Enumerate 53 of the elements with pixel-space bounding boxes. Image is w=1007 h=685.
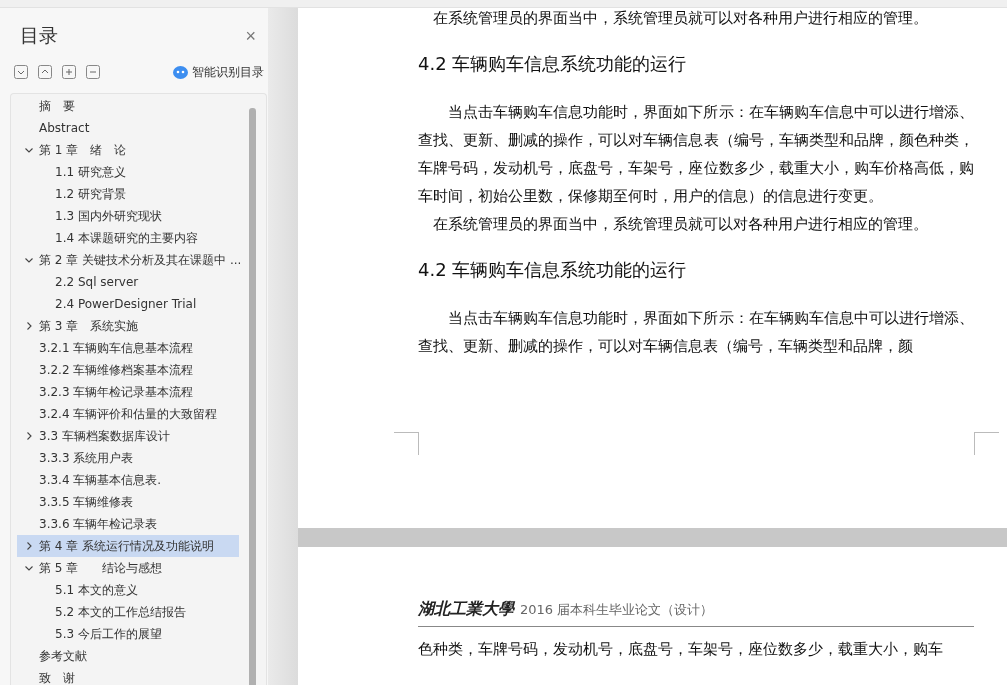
chevron-icon[interactable] xyxy=(25,322,33,330)
panel-title: 目录 xyxy=(20,23,58,48)
toc-item[interactable]: 2.4 PowerDesigner Trial xyxy=(17,293,239,315)
toc-item[interactable]: 1.4 本课题研究的主要内容 xyxy=(17,227,239,249)
toc-item[interactable]: 3.2.1 车辆购车信息基本流程 xyxy=(17,337,239,359)
toc-item[interactable]: 第 5 章 结论与感想 xyxy=(17,557,239,579)
collapse-icon[interactable] xyxy=(86,65,100,79)
toc-item[interactable]: 5.1 本文的意义 xyxy=(17,579,239,601)
chevron-icon[interactable] xyxy=(25,432,33,440)
toc-item[interactable]: 摘 要 xyxy=(17,95,239,117)
toc-item[interactable]: 第 4 章 系统运行情况及功能说明 xyxy=(17,535,239,557)
toc-item[interactable]: 2.2 Sql server xyxy=(17,271,239,293)
toc-item[interactable]: 3.3.6 车辆年检记录表 xyxy=(17,513,239,535)
collapse-down-icon[interactable] xyxy=(14,65,28,79)
toc-item[interactable]: 第 3 章 系统实施 xyxy=(17,315,239,337)
smart-toc-button[interactable]: 智能识别目录 xyxy=(192,63,264,81)
margin-mark xyxy=(394,432,419,455)
scrollbar[interactable] xyxy=(249,108,256,685)
toc-item[interactable]: 第 2 章 关键技术分析及其在课题中 ... xyxy=(17,249,239,271)
toc-item[interactable]: 1.3 国内外研究现状 xyxy=(17,205,239,227)
chevron-icon[interactable] xyxy=(25,564,33,572)
chevron-icon[interactable] xyxy=(25,542,33,550)
chevron-icon[interactable] xyxy=(25,146,33,154)
robot-icon xyxy=(173,65,188,79)
toc-item[interactable]: 3.3.3 系统用户表 xyxy=(17,447,239,469)
toc-item[interactable]: 参考文献 xyxy=(17,645,239,667)
toc-item[interactable]: 5.3 今后工作的展望 xyxy=(17,623,239,645)
toc-item[interactable]: Abstract xyxy=(17,117,239,139)
paragraph: 当点击车辆购车信息功能时，界面如下所示：在车辆购车信息中可以进行增添、查找、更新、删减的操作，可以对车辆信息表（编号，车辆类型和品牌，颜 xyxy=(418,308,974,357)
paragraph: 当点击车辆购车信息功能时，界面如下所示：在车辆购车信息中可以进行增添、查找、更新、删减的操作，可以对车辆信息表（编号，车辆类型和品牌，颜色种类，车牌号码，发动机号，底盘号，车架号，座位数多少，载重大小，购车价格高低，购车时间，初始公里数，保修期至何时，用户的信息）的信息进行变更。 xyxy=(418,102,974,207)
toc-item[interactable]: 1.1 研究意义 xyxy=(17,161,239,183)
toc-item[interactable]: 3.2.3 车辆年检记录基本流程 xyxy=(17,381,239,403)
paragraph: 在系统管理员的界面当中，系统管理员就可以对各种用户进行相应的管理。 xyxy=(432,214,929,235)
toc-item[interactable]: 5.2 本文的工作总结报告 xyxy=(17,601,239,623)
section-heading: 4.2 车辆购车信息系统功能的运行 xyxy=(418,258,688,282)
paragraph: 色种类，车牌号码，发动机号，底盘号，车架号，座位数多少，载重大小，购车 xyxy=(418,639,944,660)
expand-icon[interactable] xyxy=(62,65,76,79)
toc-item[interactable]: 第 1 章 绪 论 xyxy=(17,139,239,161)
toc-item[interactable]: 1.2 研究背景 xyxy=(17,183,239,205)
toc-item[interactable]: 3.2.2 车辆维修档案基本流程 xyxy=(17,359,239,381)
section-heading: 4.2 车辆购车信息系统功能的运行 xyxy=(418,52,688,76)
toc-item[interactable]: 致 谢 xyxy=(17,667,239,685)
page-header: 2016 届本科生毕业论文（设计） xyxy=(520,601,714,619)
chevron-icon[interactable] xyxy=(25,256,33,264)
toc-item[interactable]: 3.3.4 车辆基本信息表. xyxy=(17,469,239,491)
margin-mark xyxy=(974,432,999,455)
collapse-up-icon[interactable] xyxy=(38,65,52,79)
toc-item[interactable]: 3.3 车辆档案数据库设计 xyxy=(17,425,239,447)
paragraph: 在系统管理员的界面当中，系统管理员就可以对各种用户进行相应的管理。 xyxy=(432,8,929,29)
toc-item[interactable]: 3.2.4 车辆评价和估量的大致留程 xyxy=(17,403,239,425)
close-button[interactable]: × xyxy=(241,25,260,47)
university-logo: 湖北工業大學 xyxy=(418,599,514,620)
toc-item[interactable]: 3.3.5 车辆维修表 xyxy=(17,491,239,513)
